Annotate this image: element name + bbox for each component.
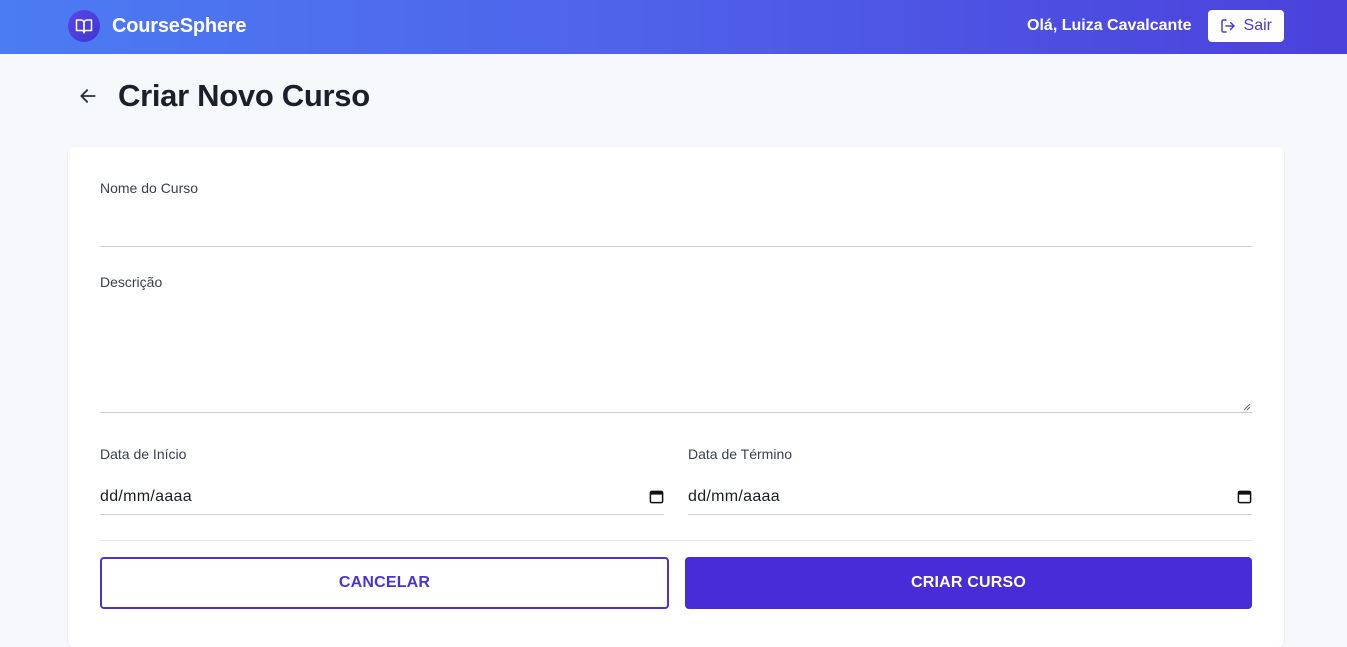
description-label: Descrição: [100, 274, 163, 290]
calendar-icon[interactable]: [648, 489, 664, 505]
top-navbar: CourseSphere Olá, Luiza Cavalcante Sair: [0, 0, 1347, 54]
start-date-input[interactable]: dd/mm/aaaa: [100, 479, 664, 515]
page-header: Criar Novo Curso: [76, 78, 370, 114]
course-name-input[interactable]: [100, 209, 1252, 247]
start-date-label: Data de Início: [100, 446, 187, 462]
start-date-value: dd/mm/aaaa: [100, 487, 192, 505]
brand[interactable]: CourseSphere: [68, 10, 247, 42]
end-date-label: Data de Término: [688, 446, 793, 462]
course-name-label: Nome do Curso: [100, 180, 199, 196]
logout-icon: [1220, 19, 1235, 33]
end-date-value: dd/mm/aaaa: [688, 487, 780, 505]
cancel-button[interactable]: CANCELAR: [100, 557, 669, 609]
book-open-icon: [68, 10, 100, 42]
arrow-left-icon: [80, 89, 96, 103]
description-textarea[interactable]: [100, 305, 1252, 413]
calendar-icon[interactable]: [1236, 489, 1252, 505]
course-form-card: Nome do Curso Descrição Data de Início d…: [68, 147, 1284, 647]
resize-grip-icon[interactable]: [1243, 403, 1251, 411]
page-title: Criar Novo Curso: [118, 78, 370, 113]
logout-button[interactable]: Sair: [1207, 10, 1284, 42]
user-greeting: Olá, Luiza Cavalcante: [1027, 17, 1192, 34]
brand-name: CourseSphere: [112, 14, 247, 37]
logout-label: Sair: [1243, 17, 1272, 34]
back-button[interactable]: [76, 84, 100, 108]
user-area: Olá, Luiza Cavalcante Sair: [1027, 10, 1284, 42]
form-divider: [100, 540, 1252, 541]
create-course-button[interactable]: CRIAR CURSO: [685, 557, 1252, 609]
end-date-input[interactable]: dd/mm/aaaa: [688, 479, 1252, 515]
